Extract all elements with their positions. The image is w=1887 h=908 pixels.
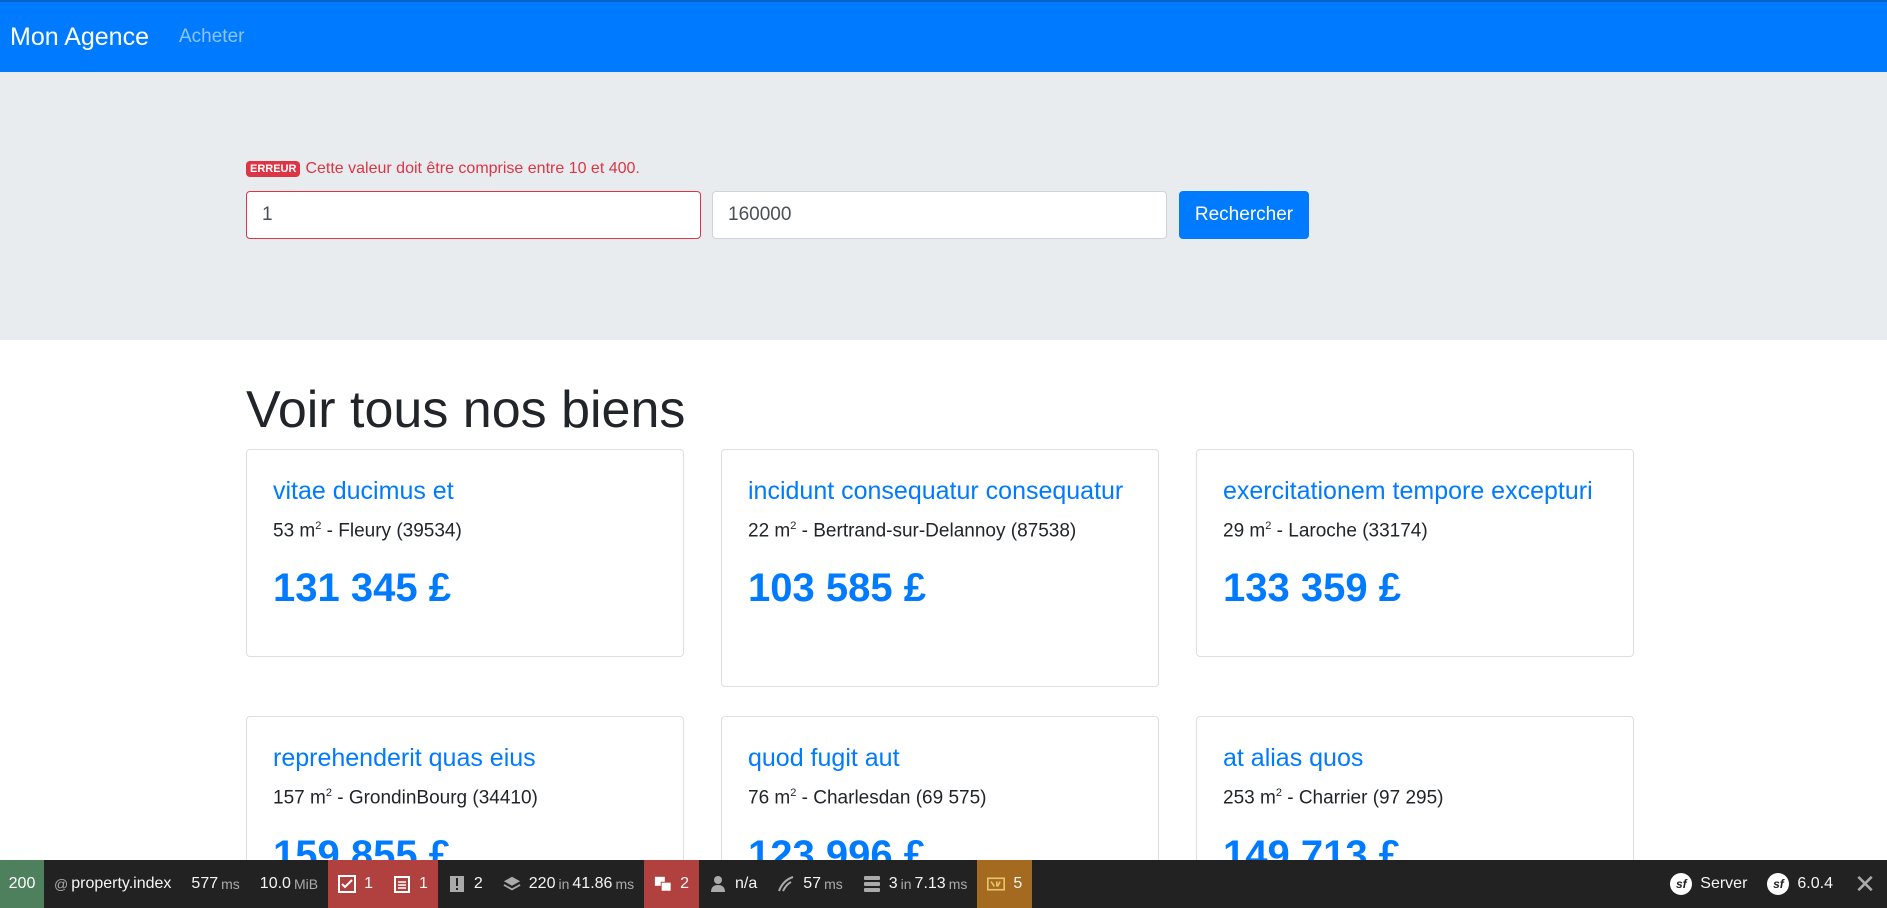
twig-unit: ms bbox=[615, 876, 635, 892]
property-price: 131 345 £ bbox=[273, 566, 451, 611]
translation-item[interactable]: 2 bbox=[644, 860, 700, 908]
property-location: - Fleury (39534) bbox=[321, 520, 462, 542]
property-meta: 157 m2 - GrondinBourg (34410) bbox=[273, 787, 657, 809]
layers-icon bbox=[503, 875, 521, 893]
search-button[interactable]: Rechercher bbox=[1179, 191, 1309, 239]
user-value: n/a bbox=[735, 875, 758, 892]
database-item[interactable]: 3 in 7.13 ms bbox=[853, 860, 978, 908]
surface-input[interactable]: 1 bbox=[246, 191, 701, 239]
forms-count: 1 bbox=[418, 875, 428, 892]
error-message: Cette valeur doit être comprise entre 10… bbox=[305, 160, 640, 177]
time-value: 577 bbox=[191, 875, 219, 892]
property-title[interactable]: incidunt consequatur consequatur bbox=[748, 476, 1132, 506]
property-surface: 253 m bbox=[1223, 787, 1276, 809]
brand-link[interactable]: Mon Agence bbox=[10, 23, 149, 52]
validator-count: 1 bbox=[364, 875, 373, 892]
translation-icon bbox=[654, 875, 672, 893]
logs-item[interactable]: 2 bbox=[438, 860, 493, 908]
property-location: - Charrier (97 295) bbox=[1281, 787, 1444, 809]
performance-value: 57 bbox=[803, 875, 822, 892]
property-location: - GrondinBourg (34410) bbox=[331, 787, 538, 809]
performance-unit: ms bbox=[824, 876, 843, 892]
navbar: Mon Agence Acheter bbox=[0, 0, 1887, 72]
twig-time: 41.86 bbox=[572, 875, 613, 892]
translation-count: 2 bbox=[680, 875, 690, 892]
property-card[interactable]: vitae ducimus et 53 m2 - Fleury (39534) … bbox=[246, 449, 684, 657]
property-title[interactable]: quod fugit aut bbox=[748, 743, 1132, 773]
events-count: 5 bbox=[1013, 875, 1023, 892]
route-prefix: @ bbox=[54, 876, 69, 892]
checkbox-icon bbox=[338, 875, 357, 893]
property-title[interactable]: at alias quos bbox=[1223, 743, 1607, 773]
route-name: property.index bbox=[71, 875, 172, 892]
user-item[interactable]: n/a bbox=[699, 860, 767, 908]
property-meta: 253 m2 - Charrier (97 295) bbox=[1223, 787, 1607, 809]
memory-unit: MiB bbox=[293, 876, 319, 892]
property-surface: 157 m bbox=[273, 787, 326, 809]
property-title[interactable]: exercitationem tempore excepturi bbox=[1223, 476, 1607, 506]
database-icon bbox=[863, 875, 881, 893]
max-price-input-value: 160000 bbox=[728, 204, 792, 225]
symfony-icon: sf bbox=[1670, 873, 1693, 895]
logs-count: 2 bbox=[473, 875, 483, 892]
property-location: - Bertrand-sur-Delannoy (87538) bbox=[796, 520, 1077, 542]
nav-link-acheter[interactable]: Acheter bbox=[179, 26, 244, 48]
property-location: - Laroche (33174) bbox=[1271, 520, 1428, 542]
version-item[interactable]: sf 6.0.4 bbox=[1757, 860, 1843, 908]
debug-toolbar: 200 @ property.index 577 ms 10.0 MiB 1 1 2 … bbox=[0, 860, 1887, 908]
twig-item[interactable]: 220 in 41.86 ms bbox=[493, 860, 644, 908]
close-icon[interactable]: ✕ bbox=[1843, 860, 1887, 908]
events-item[interactable]: 5 bbox=[977, 860, 1033, 908]
user-icon bbox=[709, 875, 727, 893]
property-title[interactable]: vitae ducimus et bbox=[273, 476, 657, 506]
property-surface: 76 m bbox=[748, 787, 791, 809]
route-item[interactable]: @ property.index bbox=[44, 860, 181, 908]
property-location: - Charlesdan (69 575) bbox=[796, 787, 987, 809]
clipboard-icon bbox=[393, 875, 411, 893]
property-surface: 29 m bbox=[1223, 520, 1266, 542]
database-time: 7.13 bbox=[914, 875, 946, 892]
time-unit: ms bbox=[221, 876, 240, 892]
page-title: Voir tous nos biens bbox=[246, 381, 686, 439]
property-surface: 53 m bbox=[273, 520, 316, 542]
server-item[interactable]: sf Server bbox=[1660, 860, 1757, 908]
property-title[interactable]: reprehenderit quas eius bbox=[273, 743, 657, 773]
database-in: in bbox=[900, 876, 912, 892]
symfony-icon: sf bbox=[1767, 873, 1790, 895]
memory-item[interactable]: 10.0 MiB bbox=[250, 860, 328, 908]
performance-icon bbox=[777, 875, 795, 893]
form-error: ERREUR Cette valeur doit être comprise e… bbox=[246, 160, 640, 178]
performance-item[interactable]: 57 ms bbox=[767, 860, 852, 908]
version-label: 6.0.4 bbox=[1797, 875, 1833, 892]
server-label: Server bbox=[1700, 875, 1748, 892]
property-card[interactable]: incidunt consequatur consequatur 22 m2 -… bbox=[721, 449, 1159, 687]
property-meta: 76 m2 - Charlesdan (69 575) bbox=[748, 787, 1132, 809]
database-queries: 3 bbox=[888, 875, 898, 892]
property-meta: 53 m2 - Fleury (39534) bbox=[273, 520, 657, 542]
property-price: 103 585 £ bbox=[748, 566, 926, 611]
twig-in: in bbox=[558, 876, 570, 892]
page: { "navbar": { "brand": "Mon Agence", "li… bbox=[0, 0, 1887, 908]
property-meta: 29 m2 - Laroche (33174) bbox=[1223, 520, 1607, 542]
validator-item[interactable]: 1 bbox=[328, 860, 383, 908]
twig-calls: 220 bbox=[528, 875, 556, 892]
property-meta: 22 m2 - Bertrand-sur-Delannoy (87538) bbox=[748, 520, 1132, 542]
property-card[interactable]: exercitationem tempore excepturi 29 m2 -… bbox=[1196, 449, 1634, 657]
surface-input-value: 1 bbox=[262, 204, 273, 225]
max-price-input[interactable]: 160000 bbox=[712, 191, 1167, 239]
alert-icon bbox=[448, 875, 466, 893]
property-surface: 22 m bbox=[748, 520, 791, 542]
forms-item[interactable]: 1 bbox=[382, 860, 438, 908]
database-unit: ms bbox=[948, 876, 968, 892]
error-badge: ERREUR bbox=[246, 161, 301, 177]
memory-value: 10.0 bbox=[259, 875, 291, 892]
events-icon bbox=[987, 875, 1006, 893]
property-price: 133 359 £ bbox=[1223, 566, 1401, 611]
time-item[interactable]: 577 ms bbox=[181, 860, 249, 908]
status-code-badge[interactable]: 200 bbox=[0, 860, 44, 908]
